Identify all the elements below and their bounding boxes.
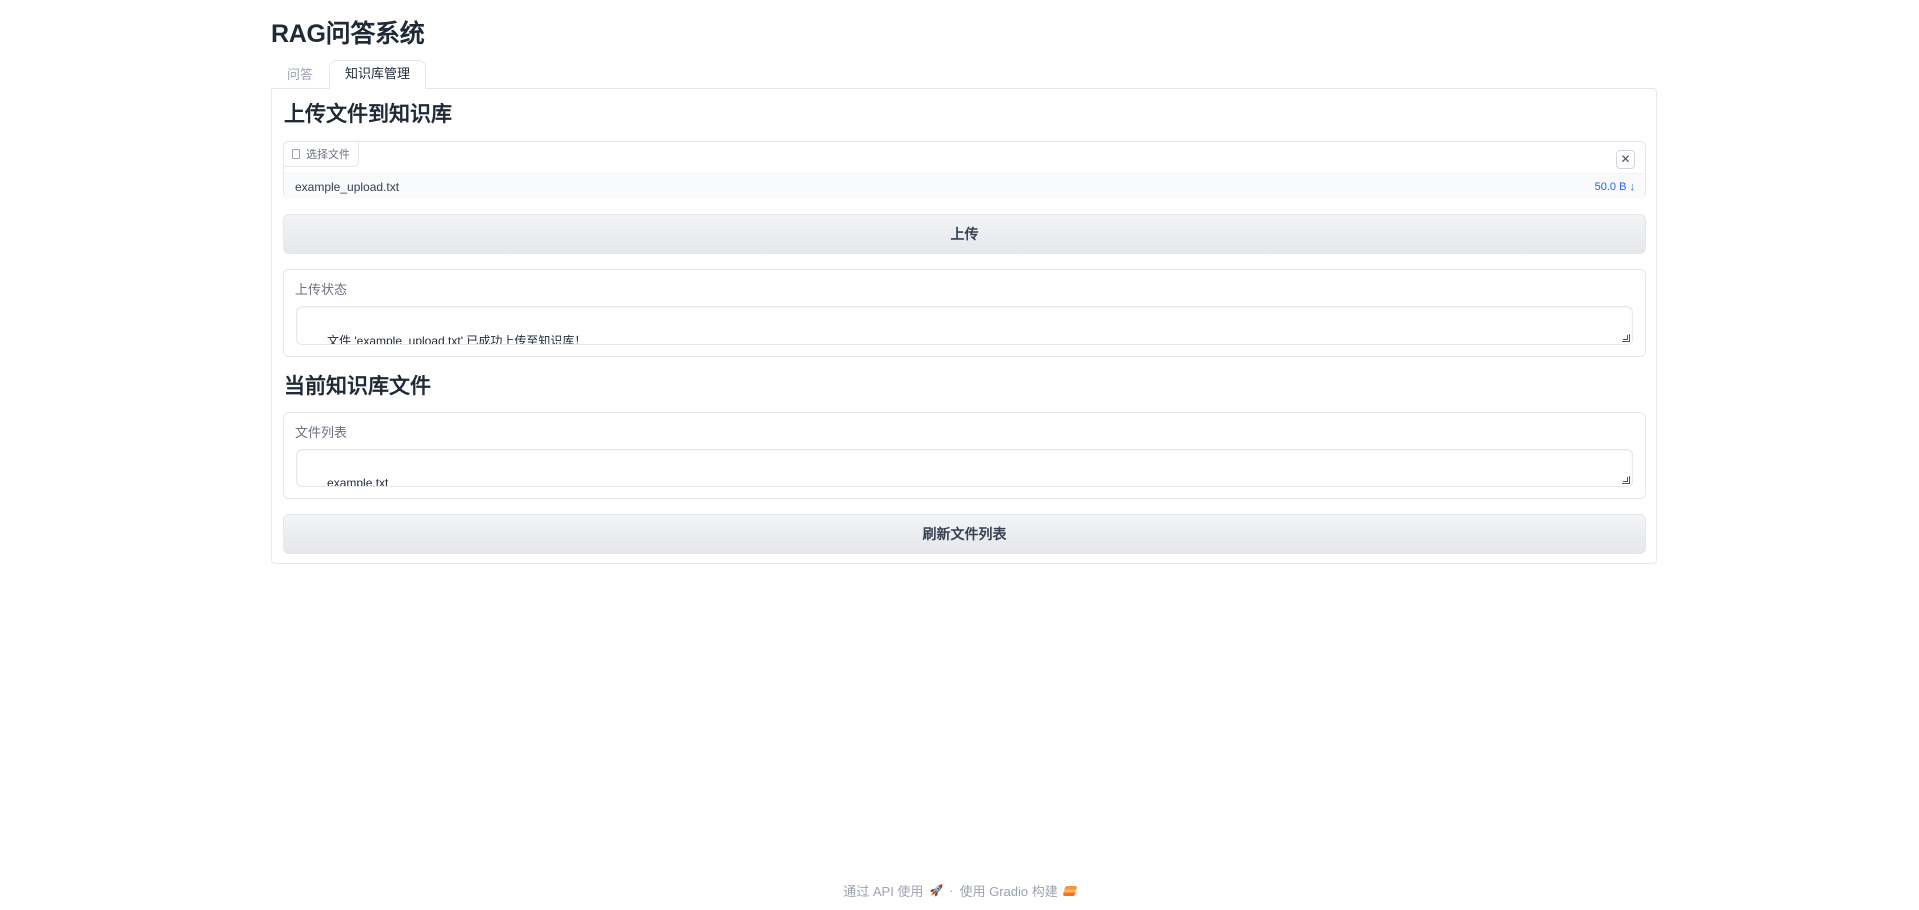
refresh-file-list-button[interactable]: 刷新文件列表 — [283, 514, 1646, 554]
close-icon: ✕ — [1620, 152, 1631, 166]
files-section-title: 当前知识库文件 — [284, 375, 431, 398]
upload-button[interactable]: 上传 — [283, 214, 1646, 254]
file-list-text: example.txt example_upload.txt — [327, 476, 389, 487]
upload-section-title: 上传文件到知识库 — [284, 103, 452, 126]
footer: 通过 API 使用 🚀 · 使用 Gradio 构建 — [0, 881, 1919, 900]
resize-handle[interactable] — [1622, 476, 1630, 484]
file-list-block: 文件列表 example.txt example_upload.txt — [283, 412, 1646, 499]
rocket-icon: 🚀 — [929, 885, 944, 897]
api-link[interactable]: 通过 API 使用 — [843, 881, 923, 900]
upload-status-label: 上传状态 — [295, 282, 348, 297]
file-icon — [292, 149, 300, 159]
file-upload-box[interactable]: 选择文件 ✕ example_upload.txt 50.0 B ↓ — [283, 141, 1646, 199]
tab-qa[interactable]: 问答 — [271, 61, 329, 89]
file-input-label-text: 选择文件 — [306, 149, 350, 161]
app-title: RAG问答系统 — [271, 20, 425, 48]
uploaded-file-row: example_upload.txt 50.0 B ↓ — [284, 173, 1645, 199]
gradio-link[interactable]: 使用 Gradio 构建 — [959, 881, 1057, 900]
upload-status-text: 文件 'example_upload.txt' 已成功上传至知识库！ — [327, 334, 587, 345]
file-list-textarea[interactable]: example.txt example_upload.txt — [296, 449, 1633, 487]
gradio-logo-icon — [1062, 885, 1078, 896]
resize-handle[interactable] — [1622, 334, 1630, 342]
tab-knowledge-base[interactable]: 知识库管理 — [329, 60, 427, 89]
tab-bar: 问答 知识库管理 — [271, 60, 427, 89]
file-download-link[interactable]: 50.0 B ↓ — [1595, 181, 1635, 193]
clear-file-button[interactable]: ✕ — [1616, 150, 1635, 169]
upload-status-block: 上传状态 文件 'example_upload.txt' 已成功上传至知识库！ — [283, 269, 1646, 357]
file-input-label: 选择文件 — [284, 142, 359, 167]
uploaded-file-name: example_upload.txt — [295, 179, 400, 194]
upload-status-textarea[interactable]: 文件 'example_upload.txt' 已成功上传至知识库！ — [296, 306, 1633, 345]
footer-separator: · — [949, 883, 954, 898]
file-list-label: 文件列表 — [295, 425, 348, 440]
knowledge-base-panel: 上传文件到知识库 选择文件 ✕ example_upload.txt 50.0 … — [271, 88, 1657, 564]
